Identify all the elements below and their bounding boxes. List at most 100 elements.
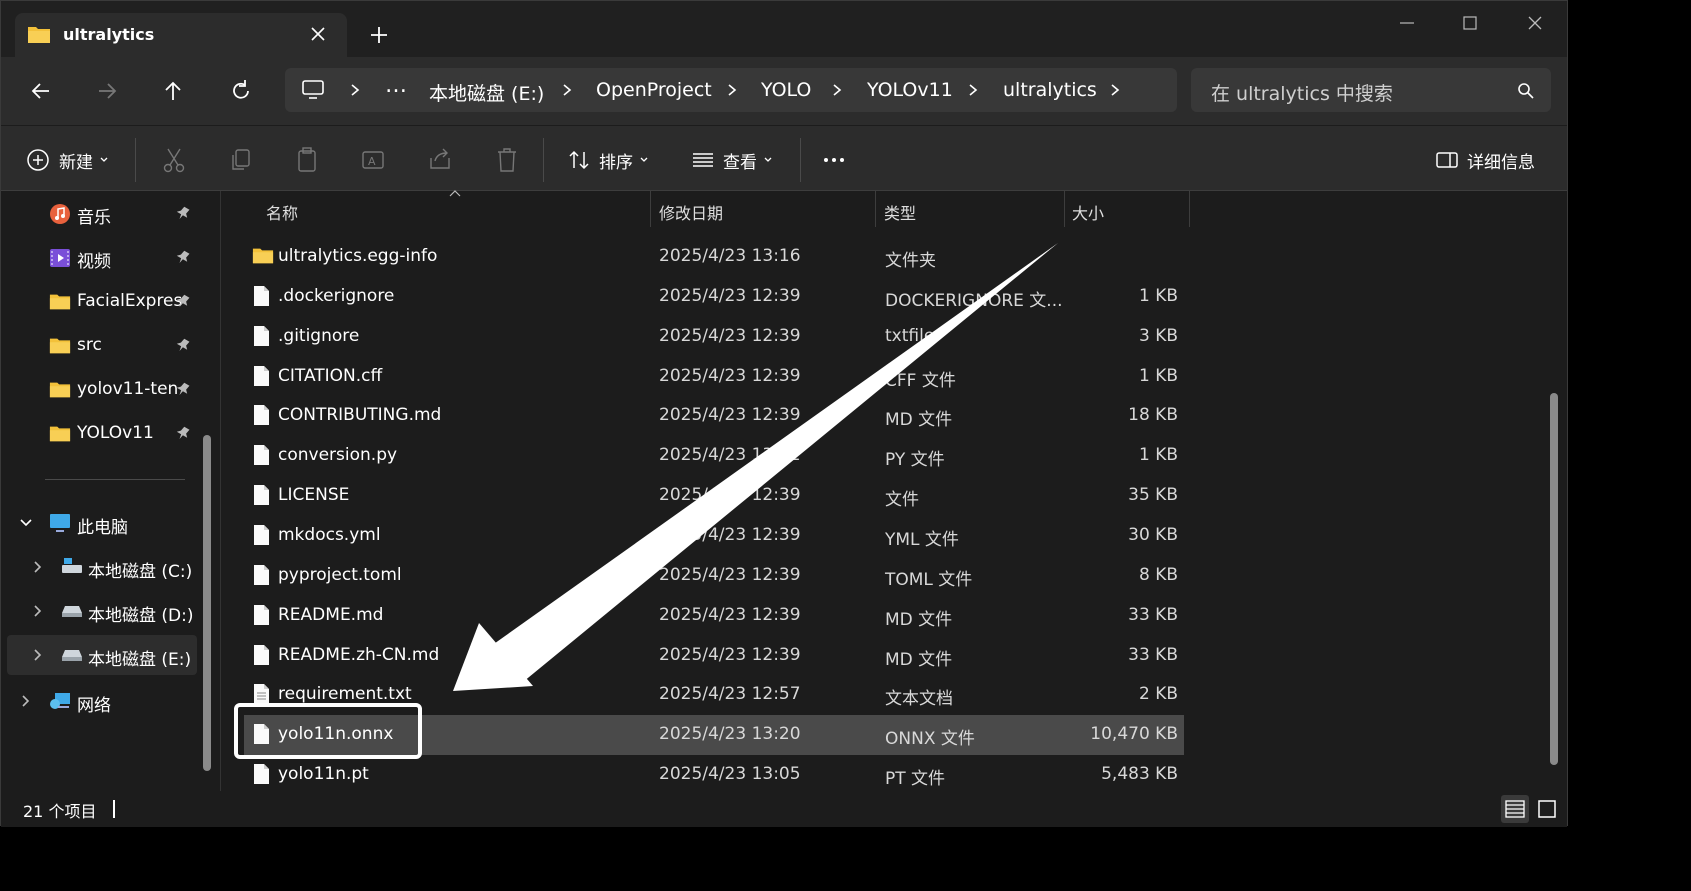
column-divider[interactable]: [1189, 191, 1190, 227]
delete-icon[interactable]: [494, 146, 520, 174]
pin-icon[interactable]: [175, 337, 191, 353]
pin-icon[interactable]: [175, 293, 191, 309]
file-type: YML 文件: [885, 529, 959, 550]
copy-icon[interactable]: [228, 146, 254, 174]
column-date-label: 修改日期: [659, 204, 724, 223]
paste-icon[interactable]: [294, 146, 320, 174]
file-row[interactable]: LICENSE 2025/4/23 12:39 文件 35 KB: [244, 476, 1184, 516]
sidebar-item-network[interactable]: 网络: [7, 681, 197, 721]
computer-icon[interactable]: [301, 79, 325, 101]
folder-icon: [49, 426, 71, 442]
file-type: 文件: [885, 490, 919, 511]
rename-icon[interactable]: A: [360, 146, 386, 174]
more-options-icon[interactable]: [821, 146, 847, 174]
sidebar-item-yolov11[interactable]: YOLOv11: [7, 413, 197, 453]
minimize-icon[interactable]: [1393, 9, 1421, 37]
sidebar-item-drive-c[interactable]: 本地磁盘 (C:): [7, 547, 197, 587]
folder-icon: [49, 294, 71, 310]
sidebar-item-drive-d[interactable]: 本地磁盘 (D:): [7, 591, 197, 631]
command-bar: 新建 A 排序 查看 详细信息: [1, 125, 1567, 191]
sidebar-item-src[interactable]: src: [7, 325, 197, 365]
tab-ultralytics[interactable]: ultralytics: [15, 13, 347, 57]
sidebar-item-drive-e[interactable]: 本地磁盘 (E:): [7, 635, 197, 675]
file-date: 2025/4/23 12:39: [659, 405, 801, 426]
close-window-icon[interactable]: [1521, 9, 1549, 37]
file-list-scrollbar[interactable]: [1550, 393, 1558, 765]
back-arrow-icon[interactable]: [27, 77, 55, 105]
file-row[interactable]: README.md 2025/4/23 12:39 MD 文件 33 KB: [244, 596, 1184, 636]
file-row[interactable]: conversion.py 2025/4/23 13:02 PY 文件 1 KB: [244, 436, 1184, 476]
sidebar-item-yolov11-ten[interactable]: yolov11-ten: [7, 369, 197, 409]
file-row[interactable]: .gitignore 2025/4/23 12:39 txtfile 3 KB: [244, 317, 1184, 357]
column-header-date[interactable]: 修改日期: [651, 191, 875, 229]
file-size: 35 KB: [1128, 485, 1178, 506]
file-icon: [252, 404, 270, 430]
breadcrumb-drive-e[interactable]: 本地磁盘 (E:): [429, 79, 544, 106]
computer-icon: [50, 514, 70, 532]
chevron-right-icon[interactable]: [31, 560, 45, 574]
chevron-right-icon[interactable]: [830, 83, 844, 97]
plus-circle-icon: [27, 149, 49, 171]
file-row[interactable]: CITATION.cff 2025/4/23 12:39 CFF 文件 1 KB: [244, 357, 1184, 397]
forward-arrow-icon[interactable]: [93, 77, 121, 105]
sidebar-scrollbar[interactable]: [203, 435, 211, 771]
file-row[interactable]: .dockerignore 2025/4/23 12:39 DOCKERIGNORE…: [244, 277, 1184, 317]
breadcrumb-yolo[interactable]: YOLO: [761, 79, 811, 101]
sidebar-item-this-pc[interactable]: 此电脑: [7, 503, 197, 543]
file-icon: [252, 325, 270, 351]
divider: [543, 138, 544, 182]
sidebar-item-video[interactable]: 视频: [7, 237, 197, 277]
breadcrumb-yolov11[interactable]: YOLOv11: [867, 79, 953, 101]
file-icon: [252, 365, 270, 391]
column-header-size[interactable]: 大小: [1065, 191, 1189, 229]
large-icons-view-icon[interactable]: [1533, 795, 1561, 823]
breadcrumb-ultralytics[interactable]: ultralytics: [1003, 79, 1097, 101]
file-row[interactable]: ultralytics.egg-info 2025/4/23 13:16 文件夹: [244, 237, 1184, 277]
cut-icon[interactable]: [161, 146, 187, 174]
sort-label: 排序: [599, 152, 633, 173]
file-row[interactable]: pyproject.toml 2025/4/23 12:39 TOML 文件 8 KB: [244, 556, 1184, 596]
file-row[interactable]: README.zh-CN.md 2025/4/23 12:39 MD 文件 33 KB: [244, 636, 1184, 676]
new-tab-icon[interactable]: [367, 23, 391, 47]
search-icon[interactable]: [1517, 82, 1535, 100]
search-box[interactable]: 在 ultralytics 中搜索: [1191, 68, 1551, 112]
sidebar-item-facialexpres[interactable]: FacialExpres: [7, 281, 197, 321]
divider: [135, 138, 136, 182]
chevron-right-icon[interactable]: [348, 83, 362, 97]
breadcrumb-overflow[interactable]: …: [385, 73, 407, 98]
share-icon[interactable]: [427, 146, 453, 174]
chevron-right-icon[interactable]: [31, 604, 45, 618]
close-tab-icon[interactable]: [307, 23, 329, 45]
sidebar-item-music[interactable]: 音乐: [7, 193, 197, 233]
chevron-down-icon[interactable]: [19, 516, 33, 530]
chevron-right-icon[interactable]: [725, 83, 739, 97]
column-header-type[interactable]: 类型: [876, 191, 1064, 229]
file-size: 10,470 KB: [1090, 724, 1178, 745]
column-header-name[interactable]: 名称: [222, 191, 650, 229]
file-row[interactable]: mkdocs.yml 2025/4/23 12:39 YML 文件 30 KB: [244, 516, 1184, 556]
chevron-right-icon[interactable]: [31, 648, 45, 662]
pin-icon[interactable]: [175, 381, 191, 397]
file-type: PY 文件: [885, 450, 945, 471]
address-bar[interactable]: … 本地磁盘 (E:) OpenProject YOLO YOLOv11 ult…: [285, 68, 1177, 112]
pin-icon[interactable]: [175, 249, 191, 265]
view-button[interactable]: 查看: [691, 146, 773, 174]
file-row[interactable]: yolo11n.pt 2025/4/23 13:05 PT 文件 5,483 KB: [244, 755, 1184, 795]
chevron-right-icon[interactable]: [560, 83, 574, 97]
maximize-icon[interactable]: [1456, 9, 1484, 37]
status-separator: [113, 800, 115, 818]
pin-icon[interactable]: [175, 205, 191, 221]
sort-button[interactable]: 排序: [567, 146, 649, 174]
chevron-right-icon[interactable]: [966, 83, 980, 97]
new-button[interactable]: 新建: [25, 146, 109, 174]
refresh-icon[interactable]: [227, 77, 255, 105]
breadcrumb-openproject[interactable]: OpenProject: [596, 79, 712, 101]
details-view-icon[interactable]: [1501, 795, 1529, 823]
up-arrow-icon[interactable]: [159, 77, 187, 105]
chevron-right-icon[interactable]: [1108, 83, 1122, 97]
details-pane-button[interactable]: 详细信息: [1435, 146, 1535, 174]
chevron-right-icon[interactable]: [19, 694, 33, 708]
file-name: README.zh-CN.md: [278, 644, 440, 665]
file-row[interactable]: CONTRIBUTING.md 2025/4/23 12:39 MD 文件 18 KB: [244, 396, 1184, 436]
pin-icon[interactable]: [175, 425, 191, 441]
